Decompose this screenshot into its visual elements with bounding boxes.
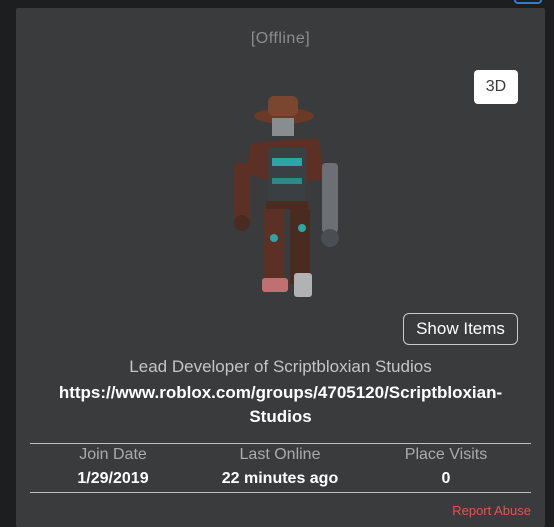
avatar-image [234, 96, 339, 297]
menu-icon[interactable] [514, 0, 542, 4]
stat-label: Join Date [79, 446, 147, 463]
blurb-link-line2[interactable]: Studios [36, 405, 525, 429]
divider-bottom [30, 492, 531, 493]
stat-value: 0 [441, 470, 451, 487]
stat-last-online: Last Online 22 minutes ago [210, 446, 350, 488]
toggle-3d-button[interactable]: 3D [474, 70, 518, 104]
show-items-button[interactable]: Show Items [403, 313, 518, 345]
profile-panel: [Offline] 3D Show Items Lead Developer o… [16, 8, 545, 527]
stat-value: 1/29/2019 [77, 470, 149, 487]
online-status: [Offline] [250, 30, 311, 47]
stat-place-visits: Place Visits 0 [376, 446, 516, 488]
profile-blurb-link[interactable]: https://www.roblox.com/groups/4705120/Sc… [36, 381, 525, 429]
report-abuse-link[interactable]: Report Abuse [452, 503, 531, 518]
blurb-link-line1[interactable]: https://www.roblox.com/groups/4705120/Sc… [36, 381, 525, 405]
stat-label: Place Visits [404, 446, 488, 463]
profile-blurb-title: Lead Developer of Scriptbloxian Studios [129, 357, 432, 376]
stat-value: 22 minutes ago [221, 470, 339, 487]
divider-top [30, 443, 531, 444]
stat-join-date: Join Date 1/29/2019 [43, 446, 183, 488]
stat-label: Last Online [239, 446, 321, 463]
